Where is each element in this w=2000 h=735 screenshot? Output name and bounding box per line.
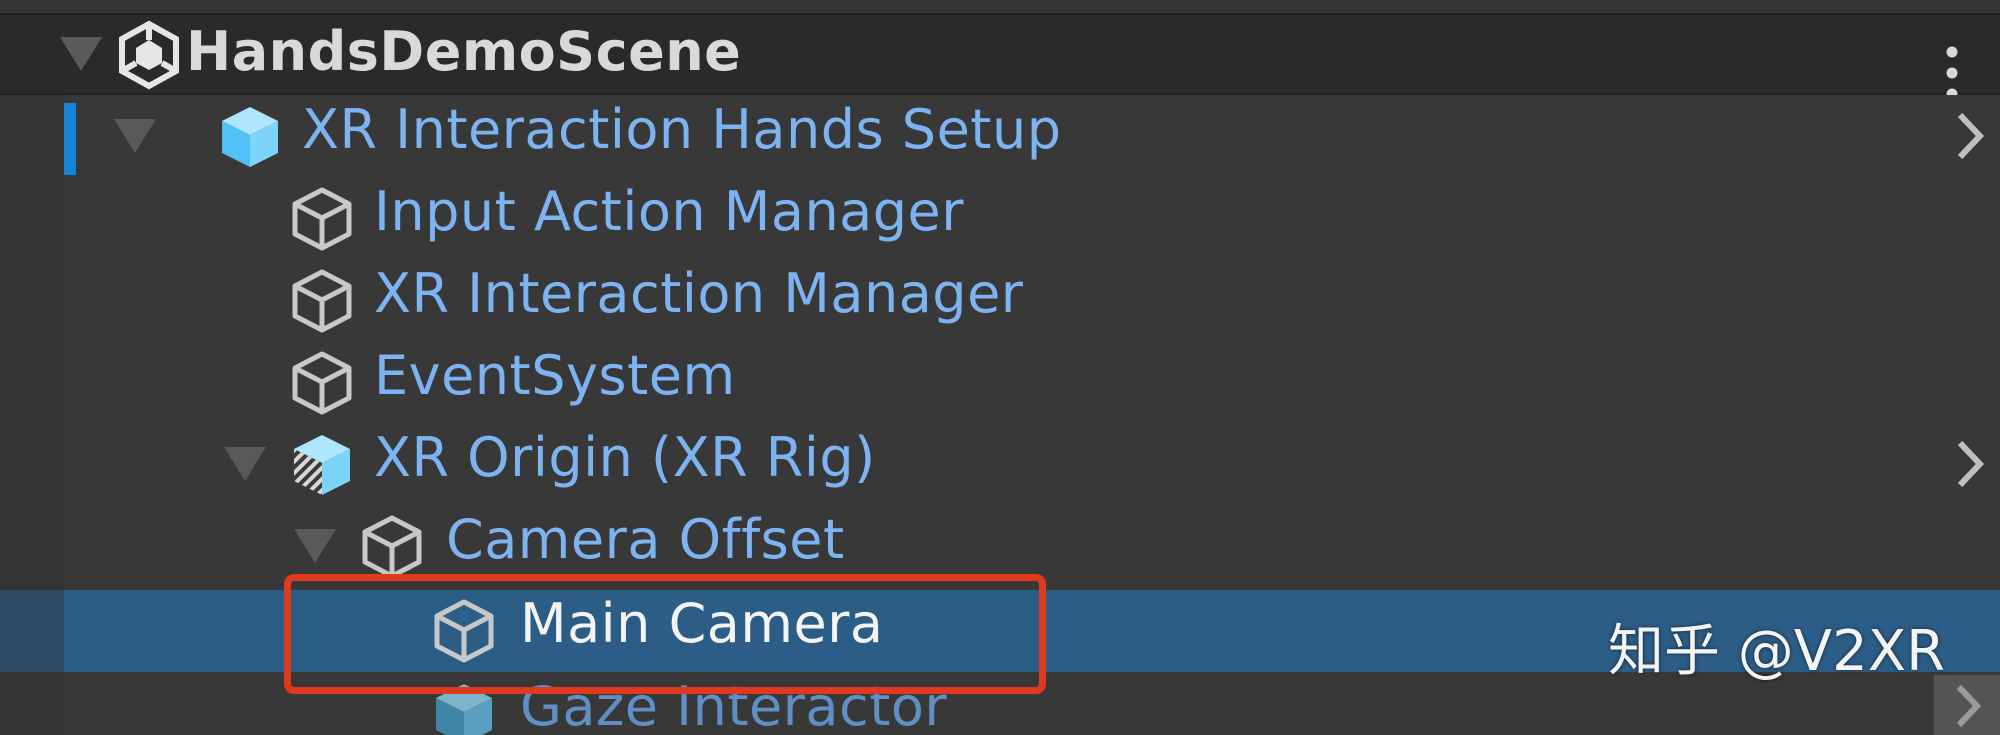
gameobject-cube-icon (292, 351, 352, 415)
hierarchy-item-xr-interaction-manager[interactable]: XR Interaction Manager (0, 259, 2000, 341)
prefab-cube-icon (222, 107, 278, 167)
chevron-right-icon[interactable] (1946, 433, 1994, 495)
unity-logo-icon (119, 20, 179, 90)
expand-arrow-icon[interactable] (294, 529, 336, 563)
expand-arrow-icon[interactable] (60, 37, 102, 71)
hierarchy-item-label: XR Interaction Hands Setup (302, 98, 1062, 161)
gameobject-cube-icon (292, 187, 352, 251)
hierarchy-item-eventsystem[interactable]: EventSystem (0, 341, 2000, 423)
chevron-right-icon[interactable] (1946, 105, 1994, 167)
hierarchy-item-label: EventSystem (374, 344, 736, 407)
hierarchy-item-xr-interaction-hands-setup[interactable]: XR Interaction Hands Setup (0, 95, 2000, 177)
gameobject-cube-icon (292, 269, 352, 333)
gameobject-cube-icon (362, 515, 422, 579)
hierarchy-item-label: XR Interaction Manager (374, 262, 1024, 325)
chevron-right-icon[interactable] (1943, 679, 1991, 733)
highlight-annotation-box (284, 574, 1046, 694)
selection-gutter (0, 590, 64, 672)
expand-arrow-icon[interactable] (224, 447, 266, 481)
more-options-icon[interactable] (1938, 43, 1966, 103)
prefab-variant-cube-icon (294, 435, 350, 495)
hierarchy-item-xr-origin[interactable]: XR Origin (XR Rig) (0, 423, 2000, 505)
expand-arrow-icon[interactable] (114, 119, 156, 153)
hierarchy-item-label: Camera Offset (446, 508, 845, 571)
scene-name: HandsDemoScene (186, 20, 742, 83)
hierarchy-item-label: Input Action Manager (374, 180, 964, 243)
hierarchy-item-input-action-manager[interactable]: Input Action Manager (0, 177, 2000, 259)
hierarchy-item-label: XR Origin (XR Rig) (374, 426, 876, 489)
scene-header[interactable]: HandsDemoScene (0, 15, 2000, 100)
watermark: 知乎 @V2XR (1608, 619, 1946, 684)
